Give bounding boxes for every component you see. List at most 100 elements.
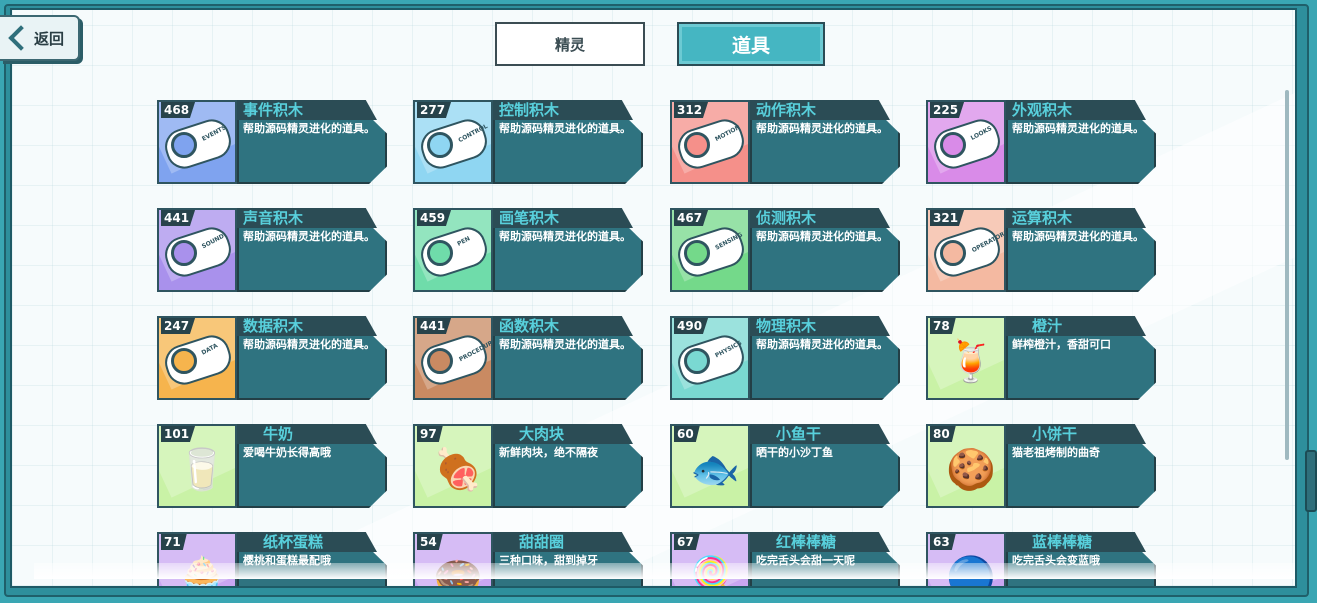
item-card[interactable]: LOOKS 225 外观积木帮助源码精灵进化的道具。 [926,100,1160,186]
scrollbar-handle[interactable] [1305,450,1317,512]
item-title: 侦测积木 [750,208,890,228]
item-description: 帮助源码精灵进化的道具。 [1012,230,1144,243]
item-thumbnail: 🍭67 [670,532,750,586]
item-description: 帮助源码精灵进化的道具。 [499,230,631,243]
item-description: 帮助源码精灵进化的道具。 [243,122,375,135]
item-thumbnail: 🍩54 [413,532,493,586]
item-description: 猫老祖烤制的曲奇 [1012,446,1100,459]
tab-items[interactable]: 道具 [677,22,825,66]
item-description: 新鲜肉块，绝不隔夜 [499,446,598,459]
toggle-icon [171,132,197,158]
item-thumbnail: LOOKS 225 [926,100,1006,184]
item-card[interactable]: OPERATORS 321 运算积木 帮助源码精灵进化的道具。 [926,208,1160,294]
item-description: 帮助源码精灵进化的道具。 [499,122,631,135]
item-title: 声音积木 [237,208,377,228]
item-count: 468 [161,102,196,118]
pen-icon [427,240,453,266]
item-thumbnail: PEN 459 [413,208,493,292]
item-count: 67 [674,534,700,550]
item-card[interactable]: 🍖 97 大肉块 新鲜肉块，绝不隔夜 [413,424,647,510]
microphone-icon [171,240,197,266]
item-thumbnail: 🧁71 [157,532,237,586]
item-title: 函数积木 [493,316,633,336]
item-thumbnail: 🔵63 [926,532,1006,586]
item-description: 帮助源码精灵进化的道具。 [756,338,888,351]
item-thumbnail: PROCEDURES 441 [413,316,493,400]
item-thumbnail: PHYSICS 490 [670,316,750,400]
item-card[interactable]: SENSING 467 侦测积木帮助源码精灵进化的道具。 [670,208,904,294]
item-title: 甜甜圈 [493,532,633,552]
item-title: 物理积木 [750,316,890,336]
milk-carton-icon: 🥛 [177,447,227,493]
ghost-icon [684,132,710,158]
item-card[interactable]: PROCEDURES 441 函数积木帮助源码精灵进化的道具。 [413,316,647,402]
item-title: 画笔积木 [493,208,633,228]
item-card[interactable]: EVENTS 468 事件积木帮助源码精灵进化的道具。 [157,100,391,186]
item-title: 动作积木 [750,100,890,120]
item-description: 晒干的小沙丁鱼 [756,446,833,459]
item-card[interactable]: PHYSICS 490 物理积木帮助源码精灵进化的道具。 [670,316,904,402]
item-count: 277 [417,102,452,118]
target-icon [684,240,710,266]
item-count: 441 [161,210,196,226]
magnet-icon [684,348,710,374]
item-title: 蓝棒棒糖 [1006,532,1146,552]
item-count: 459 [417,210,452,226]
function-icon [427,348,453,374]
item-count: 54 [417,534,443,550]
item-count: 321 [930,210,965,226]
item-card[interactable]: 🍹 78 橙汁 鲜榨橙汁，香甜可口 [926,316,1160,402]
back-label: 返回 [34,29,65,48]
item-thumbnail: CONTROL 277 [413,100,493,184]
item-count: 490 [674,318,709,334]
item-card[interactable]: 🍩54甜甜圈三种口味，甜到掉牙 [413,532,647,586]
item-title: 纸杯蛋糕 [237,532,377,552]
item-count: 467 [674,210,709,226]
item-title: 小饼干 [1006,424,1146,444]
gamepad-icon [427,132,453,158]
item-thumbnail: 🍪 80 [926,424,1006,508]
item-thumbnail: SENSING 467 [670,208,750,292]
item-card[interactable]: 🍪 80 小饼干猫老祖烤制的曲奇 [926,424,1160,510]
item-title: 数据积木 [237,316,377,336]
item-title: 控制积木 [493,100,633,120]
item-description: 帮助源码精灵进化的道具。 [1012,122,1144,135]
item-card[interactable]: SOUND 441 声音积木 帮助源码精灵进化的道具。 [157,208,391,294]
item-card[interactable]: CONTROL 277 控制积木帮助源码精灵进化的道具。 [413,100,647,186]
item-count: 101 [161,426,196,442]
item-title: 事件积木 [237,100,377,120]
item-title: 红棒棒糖 [750,532,890,552]
item-count: 312 [674,102,709,118]
item-count: 247 [161,318,196,334]
item-description: 帮助源码精灵进化的道具。 [756,230,888,243]
orange-juice-icon: 🍹 [946,339,996,385]
item-count: 63 [930,534,956,550]
item-thumbnail: MOTION 312 [670,100,750,184]
item-title: 橙汁 [1006,316,1146,336]
item-description: 帮助源码精灵进化的道具。 [499,338,631,351]
item-description: 帮助源码精灵进化的道具。 [243,338,375,351]
item-count: 71 [161,534,187,550]
dried-fish-icon: 🐟 [690,447,740,493]
item-card[interactable]: 🧁71纸杯蛋糕樱桃和蛋糕最配哦 [157,532,391,586]
item-thumbnail: EVENTS 468 [157,100,237,184]
scrollbar-track[interactable] [1285,90,1289,460]
item-description: 帮助源码精灵进化的道具。 [243,230,375,243]
item-description: 鲜榨橙汁，香甜可口 [1012,338,1111,351]
tab-sprites[interactable]: 精灵 [495,22,645,66]
meat-icon: 🍖 [433,447,483,493]
back-button[interactable]: 返回 [0,15,80,61]
item-title: 外观积木 [1006,100,1146,120]
item-card[interactable]: 🍭67红棒棒糖吃完舌头会甜一天呢 [670,532,904,586]
item-description: 爱喝牛奶长得高哦 [243,446,331,459]
item-card[interactable]: 🥛 101 牛奶 爱喝牛奶长得高哦 [157,424,391,510]
shirt-icon [940,132,966,158]
item-card[interactable]: DATA 247 数据积木 帮助源码精灵进化的道具。 [157,316,391,402]
item-card[interactable]: PEN 459 画笔积木帮助源码精灵进化的道具。 [413,208,647,294]
item-card[interactable]: MOTION 312 动作积木 帮助源码精灵进化的道具。 [670,100,904,186]
chart-icon [171,348,197,374]
item-card[interactable]: 🔵63蓝棒棒糖吃完舌头会变蓝哦 [926,532,1160,586]
item-card[interactable]: 🐟 60 小鱼干 晒干的小沙丁鱼 [670,424,904,510]
item-title: 运算积木 [1006,208,1146,228]
item-title: 小鱼干 [750,424,890,444]
